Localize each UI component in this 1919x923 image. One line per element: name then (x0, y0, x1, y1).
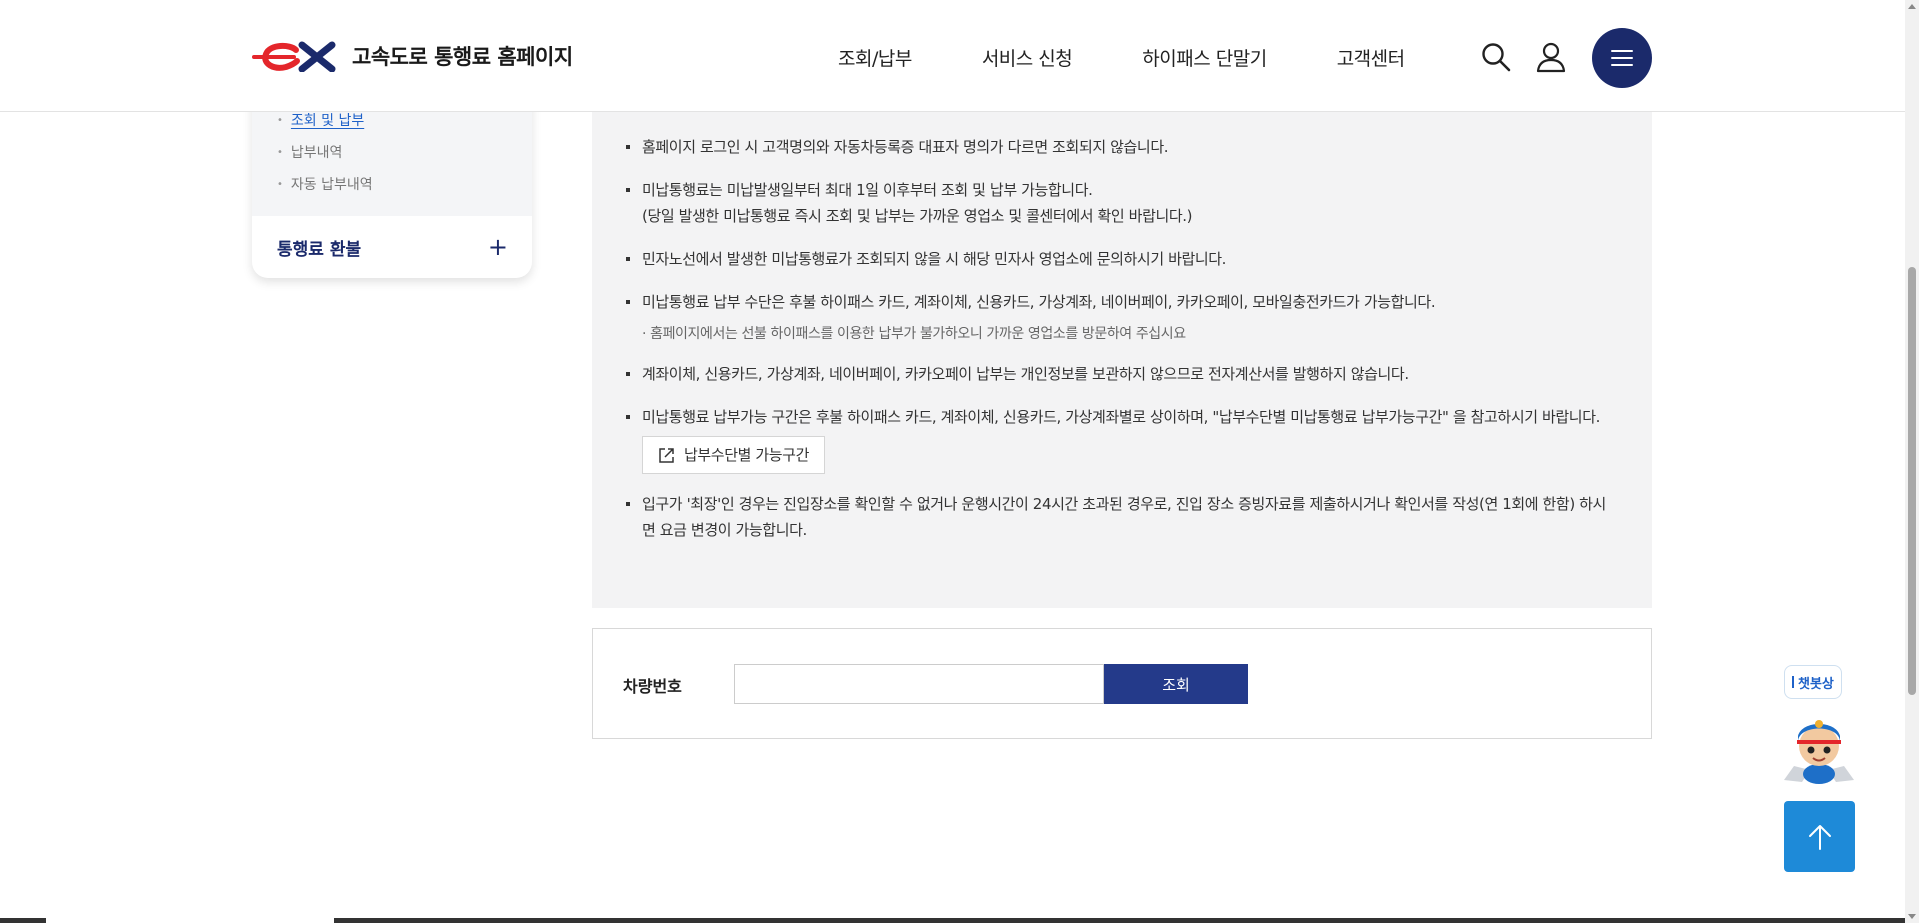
notice-item: 민자노선에서 발생한 미납통행료가 조회되지 않을 시 해당 민자사 영업소에 … (626, 246, 1618, 272)
notice-text: 계좌이체, 신용카드, 가상계좌, 네이버페이, 카카오페이 납부는 개인정보를… (642, 365, 1409, 383)
site-header: 고속도로 통행료 홈페이지 조회/납부 서비스 신청 하이패스 단말기 고객센터 (0, 0, 1905, 112)
page-scrollbar[interactable] (1905, 0, 1919, 923)
notice-item: 홈페이지 로그인 시 고객명의와 자동차등록증 대표자 명의가 다르면 조회되지… (626, 134, 1618, 160)
bullet-dot: • (277, 146, 283, 158)
nav-item-inquiry-payment[interactable]: 조회/납부 (838, 44, 912, 71)
inquiry-button[interactable]: 조회 (1104, 664, 1248, 704)
notice-text-secondary: (당일 발생한 미납통행료 즉시 조회 및 납부는 가까운 영업소 및 콜센터에… (642, 207, 1193, 225)
chatbot-bar-icon (1792, 676, 1794, 688)
external-link-icon (659, 447, 674, 463)
scroll-to-top-button[interactable] (1784, 801, 1855, 872)
notice-item: 미납통행료 납부가능 구간은 후불 하이패스 카드, 계좌이체, 신용카드, 가… (626, 404, 1618, 474)
notice-text: 홈페이지 로그인 시 고객명의와 자동차등록증 대표자 명의가 다르면 조회되지… (642, 138, 1169, 156)
arrow-up-icon (1808, 824, 1831, 850)
nav-item-hipass-terminal[interactable]: 하이패스 단말기 (1142, 44, 1267, 71)
nav-item-customer-center[interactable]: 고객센터 (1337, 44, 1405, 71)
vehicle-search-form: 차량번호 조회 (592, 628, 1652, 739)
logo-text: 고속도로 통행료 홈페이지 (352, 45, 573, 69)
site-logo[interactable]: 고속도로 통행료 홈페이지 (252, 40, 573, 72)
side-menu-toll-refund[interactable]: 통행료 환불 + (252, 216, 532, 278)
vehicle-number-label: 차량번호 (623, 677, 682, 696)
side-submenu-payment-history[interactable]: • 납부내역 (252, 136, 532, 168)
bottom-edge-segment (334, 918, 1905, 923)
nav-item-service-request[interactable]: 서비스 신청 (982, 44, 1073, 71)
notice-text: 미납통행료 납부가능 구간은 후불 하이패스 카드, 계좌이체, 신용카드, 가… (642, 408, 1600, 426)
notice-text: 민자노선에서 발생한 미납통행료가 조회되지 않을 시 해당 민자사 영업소에 … (642, 250, 1227, 268)
bullet-dot: • (277, 114, 283, 126)
side-menu-label: 통행료 환불 (277, 239, 362, 260)
hamburger-menu-button[interactable] (1592, 28, 1652, 88)
chatbot-character-icon[interactable] (1780, 712, 1858, 784)
side-submenu-label: 조회 및 납부 (290, 113, 365, 129)
search-icon[interactable] (1480, 41, 1512, 73)
scroll-thumb[interactable] (1908, 267, 1916, 695)
notice-sub-note: · 홈페이지에서는 선불 하이패스를 이용한 납부가 불가하오니 가까운 영업소… (642, 326, 1186, 342)
hamburger-icon (1611, 50, 1633, 66)
notice-item: 입구가 '최장'인 경우는 진입장소를 확인할 수 없거나 운행시간이 24시간… (626, 491, 1618, 543)
notice-box: 홈페이지 로그인 시 고객명의와 자동차등록증 대표자 명의가 다르면 조회되지… (592, 112, 1652, 608)
payment-method-section-label: 납부수단별 가능구간 (684, 446, 809, 464)
bottom-edge-strip (0, 918, 1905, 923)
main-nav: 조회/납부 서비스 신청 하이패스 단말기 고객센터 (838, 44, 1405, 71)
chatbot-badge[interactable]: 챗봇상 (1784, 665, 1842, 699)
side-submenu-auto-payment-history[interactable]: • 자동 납부내역 (252, 168, 532, 200)
bullet-dot: • (277, 178, 283, 190)
vehicle-number-input[interactable] (734, 664, 1104, 704)
side-submenu-label: 자동 납부내역 (290, 177, 373, 193)
notice-item: 미납통행료는 미납발생일부터 최대 1일 이후부터 조회 및 납부 가능합니다.… (626, 177, 1618, 229)
notice-text: 미납통행료 납부 수단은 후불 하이패스 카드, 계좌이체, 신용카드, 가상계… (642, 293, 1436, 311)
chatbot-label: 챗봇상 (1798, 676, 1834, 692)
scroll-up-arrow-icon[interactable] (1908, 4, 1916, 9)
plus-icon: + (487, 233, 508, 261)
side-menu: • 조회 및 납부 • 납부내역 • 자동 납부내역 통행료 환불 + (252, 90, 532, 278)
payment-method-section-button[interactable]: 납부수단별 가능구간 (642, 436, 825, 474)
notice-text: 미납통행료는 미납발생일부터 최대 1일 이후부터 조회 및 납부 가능합니다. (642, 181, 1093, 199)
notice-text: 입구가 '최장'인 경우는 진입장소를 확인할 수 없거나 운행시간이 24시간… (642, 495, 1606, 539)
notice-item: 계좌이체, 신용카드, 가상계좌, 네이버페이, 카카오페이 납부는 개인정보를… (626, 361, 1618, 387)
scroll-down-arrow-icon[interactable] (1908, 914, 1916, 919)
notice-list: 홈페이지 로그인 시 고객명의와 자동차등록증 대표자 명의가 다르면 조회되지… (626, 134, 1618, 543)
notice-item: 미납통행료 납부 수단은 후불 하이패스 카드, 계좌이체, 신용카드, 가상계… (626, 289, 1618, 344)
user-icon[interactable] (1535, 41, 1567, 73)
side-submenu-label: 납부내역 (290, 145, 343, 161)
bottom-edge-segment (0, 918, 46, 923)
ex-logo-icon (252, 41, 336, 72)
